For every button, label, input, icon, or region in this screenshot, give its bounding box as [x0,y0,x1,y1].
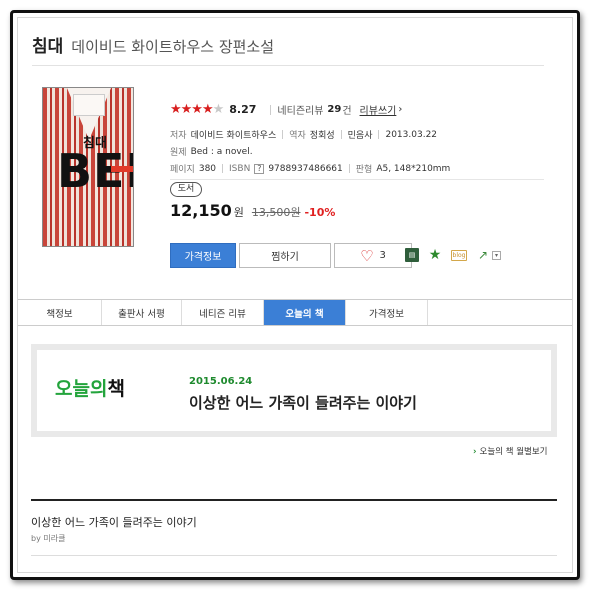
author-value[interactable]: 데이비드 화이트하우스 [191,128,277,141]
tab-price-info[interactable]: 가격정보 [346,300,428,325]
bookmark-card-icon[interactable]: ▤ [405,248,419,262]
pages-value: 380 [198,163,217,174]
article-bottom-divider [31,555,557,556]
author-row: 저자 데이비드 화이트하우스 역자 정회성 민음사 2013.03.22 [170,128,438,142]
tab-book-info[interactable]: 책정보 [18,300,102,325]
translator-value[interactable]: 정회성 [310,128,335,141]
pages-key: 페이지 [170,165,195,175]
book-title-row: 침대 데이비드 화이트하우스 장편소설 [32,32,274,58]
today-book-headline[interactable]: 이상한 어느 가족이 들려주는 이야기 [189,392,417,413]
original-title-value: Bed : a novel. [190,146,253,157]
article-byline: by 미라클 [31,534,66,543]
sale-price: 12,150 [170,201,232,220]
original-title-key: 원제 [170,148,187,158]
today-book-banner: 오늘의책 2015.06.24 이상한 어느 가족이 들려주는 이야기 [31,344,557,437]
caret-down-icon[interactable]: ▾ [492,250,501,260]
rating-stars-icon: ★★★★★ [170,102,224,117]
rating-score: 8.27 [229,103,257,116]
book-subtitle: 데이비드 화이트하우스 장편소설 [71,38,275,56]
chevron-right-icon: › [473,447,477,457]
isbn-key: ISBN [229,163,251,174]
publisher-value[interactable]: 민음사 [348,128,373,141]
format-key: 판형 [355,165,373,175]
like-count: 3 [379,250,386,261]
discount-rate: -10% [304,206,336,219]
star-icon[interactable]: ★ [428,247,442,263]
monthly-archive-label: 오늘의 책 월별보기 [479,447,548,457]
divider [270,104,272,115]
wishlist-button[interactable]: 찜하기 [239,243,331,268]
cover-label-tag [73,94,105,116]
sale-price-unit: 원 [233,206,244,219]
like-button[interactable]: ♡ 3 [334,243,412,268]
format-value: A5, 148*210mm [376,163,451,174]
article-divider [31,499,557,501]
share-icon[interactable]: ↗ [476,248,490,262]
today-book-logo-black: 책 [107,378,125,400]
book-detail-panel: 침대 데이비드 화이트하우스 장편소설 침대 BED ★★★★★ 8.27 네티… [17,17,573,573]
tab-netizen-review[interactable]: 네티즌 리뷰 [182,300,264,325]
monthly-archive-link[interactable]: › 오늘의 책 월별보기 [473,445,547,457]
chevron-right-icon: › [398,104,403,115]
original-price: 13,500원 [251,206,301,219]
price-row: 12,150 원 13,500원 -10% [170,201,335,220]
today-book-date: 2015.06.24 [189,376,253,387]
detail-tabs: 책정보 출판사 서평 네티즌 리뷰 오늘의 책 가격정보 [18,299,572,326]
author-key: 저자 [170,131,187,141]
divider [222,164,224,173]
tab-publisher-review[interactable]: 출판사 서평 [102,300,182,325]
article-title[interactable]: 이상한 어느 가족이 들려주는 이야기 [31,514,197,530]
reviews-count: 29 [327,104,342,115]
info-divider [170,179,544,180]
divider [282,130,284,139]
title-divider [32,65,544,66]
divider [340,130,342,139]
book-type-badge: 도서 [170,182,202,197]
divider [378,130,380,139]
rating-row: ★★★★★ 8.27 네티즌리뷰 29 건 리뷰쓰기 › [170,102,402,117]
blog-icon[interactable]: blog [451,249,467,261]
isbn-help-icon[interactable]: ? [254,163,265,174]
pub-date-value: 2013.03.22 [385,129,438,140]
reviews-label: 네티즌리뷰 [277,106,324,117]
divider [348,164,350,173]
book-cover-image[interactable]: 침대 BED [42,87,134,247]
action-buttons: 가격정보 찜하기 ♡ 3 [170,243,412,268]
tab-today-book[interactable]: 오늘의 책 [264,300,346,325]
price-info-button[interactable]: 가격정보 [170,243,236,268]
reviews-unit: 건 [342,106,352,117]
original-title-row: 원제 Bed : a novel. [170,145,253,159]
isbn-value: 9788937486661 [268,163,343,174]
today-book-logo: 오늘의책 [55,374,125,401]
heart-icon: ♡ [360,246,374,265]
cover-red-strip [111,166,133,172]
specs-row: 페이지 380 ISBN ? 9788937486661 판형 A5, 148*… [170,162,450,175]
translator-key: 역자 [289,131,306,141]
write-review-link[interactable]: 리뷰쓰기 [360,102,397,117]
today-book-logo-green: 오늘의 [55,378,108,400]
book-title: 침대 [32,37,64,57]
share-tools: ▤ ★ blog ↗ ▾ [405,247,510,263]
today-book-card[interactable]: 오늘의책 2015.06.24 이상한 어느 가족이 들려주는 이야기 [37,350,551,431]
